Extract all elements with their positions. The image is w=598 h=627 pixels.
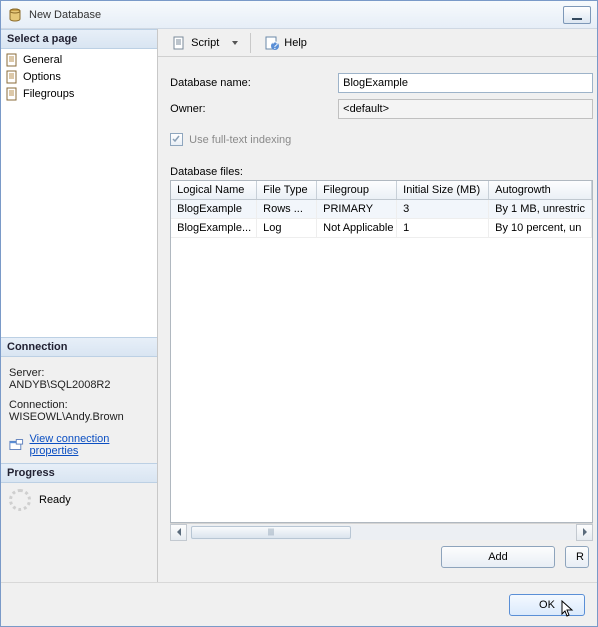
scroll-thumb[interactable]	[191, 526, 351, 539]
cell-logical: BlogExample...	[171, 219, 257, 237]
help-label: Help	[284, 37, 307, 49]
col-logical-name[interactable]: Logical Name	[171, 181, 257, 199]
page-icon	[5, 70, 19, 84]
database-files-label: Database files:	[170, 166, 593, 178]
table-row[interactable]: BlogExample... Log Not Applicable 1 By 1…	[171, 219, 592, 238]
connection-info: Server: ANDYB\SQL2008R2 Connection: WISE…	[1, 357, 157, 463]
page-icon	[5, 87, 19, 101]
view-connection-properties-link[interactable]: View connection properties	[9, 433, 149, 457]
script-icon	[171, 35, 187, 51]
remove-button[interactable]: R	[565, 546, 589, 568]
cell-filegroup: Not Applicable	[317, 219, 397, 237]
fulltext-checkbox	[170, 133, 183, 146]
scroll-track[interactable]	[187, 525, 576, 540]
server-value: ANDYB\SQL2008R2	[9, 379, 149, 391]
minimize-button[interactable]	[563, 6, 591, 24]
chevron-right-icon	[583, 528, 587, 536]
fulltext-checkbox-row: Use full-text indexing	[170, 133, 593, 146]
database-files-grid[interactable]: Logical Name File Type Filegroup Initial…	[170, 180, 593, 523]
progress-status: Ready	[1, 483, 157, 517]
col-filegroup[interactable]: Filegroup	[317, 181, 397, 199]
page-label: General	[23, 54, 62, 66]
right-panel: Script ? Help Database name: Owner:	[158, 29, 597, 582]
add-button[interactable]: Add	[441, 546, 555, 568]
cell-filetype: Rows ...	[257, 200, 317, 218]
help-button[interactable]: ? Help	[259, 32, 312, 54]
col-initial-size[interactable]: Initial Size (MB)	[397, 181, 489, 199]
connection-value: WISEOWL\Andy.Brown	[9, 411, 149, 423]
progress-header: Progress	[1, 463, 157, 483]
connection-label: Connection:	[9, 399, 149, 411]
cell-autogrowth: By 1 MB, unrestric	[489, 200, 592, 218]
cell-autogrowth: By 10 percent, un	[489, 219, 592, 237]
page-label: Options	[23, 71, 61, 83]
footer: OK	[1, 582, 597, 626]
cell-initsize: 3	[397, 200, 489, 218]
chevron-left-icon	[177, 528, 181, 536]
cell-filegroup: PRIMARY	[317, 200, 397, 218]
page-icon	[5, 53, 19, 67]
ok-button[interactable]: OK	[509, 594, 585, 616]
progress-text: Ready	[39, 494, 71, 506]
new-database-window: New Database Select a page General Optio…	[0, 0, 598, 627]
connection-header: Connection	[1, 337, 157, 357]
help-icon: ?	[264, 35, 280, 51]
left-panel: Select a page General Options Filegroups…	[1, 29, 158, 582]
cell-logical: BlogExample	[171, 200, 257, 218]
cell-initsize: 1	[397, 219, 489, 237]
owner-label: Owner:	[170, 103, 338, 115]
grid-actions: Add R	[170, 540, 593, 574]
select-page-header: Select a page	[1, 29, 157, 49]
page-filegroups[interactable]: Filegroups	[5, 86, 153, 102]
col-autogrowth[interactable]: Autogrowth	[489, 181, 592, 199]
page-list: General Options Filegroups	[1, 49, 157, 337]
titlebar[interactable]: New Database	[1, 1, 597, 29]
horizontal-scrollbar[interactable]	[170, 523, 593, 540]
window-title: New Database	[29, 9, 101, 21]
view-connection-properties-label: View connection properties	[30, 433, 150, 457]
progress-spinner-icon	[9, 489, 31, 511]
script-label: Script	[191, 37, 219, 49]
cell-filetype: Log	[257, 219, 317, 237]
server-label: Server:	[9, 367, 149, 379]
toolbar-separator	[250, 33, 251, 53]
script-button[interactable]: Script	[166, 32, 224, 54]
scroll-right-button[interactable]	[576, 524, 593, 541]
page-label: Filegroups	[23, 88, 74, 100]
table-row[interactable]: BlogExample Rows ... PRIMARY 3 By 1 MB, …	[171, 200, 592, 219]
properties-icon	[9, 438, 24, 452]
database-icon	[7, 7, 23, 23]
dbname-input[interactable]	[338, 73, 593, 93]
col-file-type[interactable]: File Type	[257, 181, 317, 199]
dbname-label: Database name:	[170, 77, 338, 89]
scroll-left-button[interactable]	[170, 524, 187, 541]
page-options[interactable]: Options	[5, 69, 153, 85]
script-dropdown-arrow[interactable]	[232, 41, 238, 45]
owner-input[interactable]	[338, 99, 593, 119]
toolbar: Script ? Help	[158, 29, 597, 57]
check-icon	[171, 134, 182, 145]
grid-header: Logical Name File Type Filegroup Initial…	[171, 181, 592, 200]
page-general[interactable]: General	[5, 52, 153, 68]
fulltext-label: Use full-text indexing	[189, 134, 291, 146]
svg-text:?: ?	[272, 40, 278, 51]
